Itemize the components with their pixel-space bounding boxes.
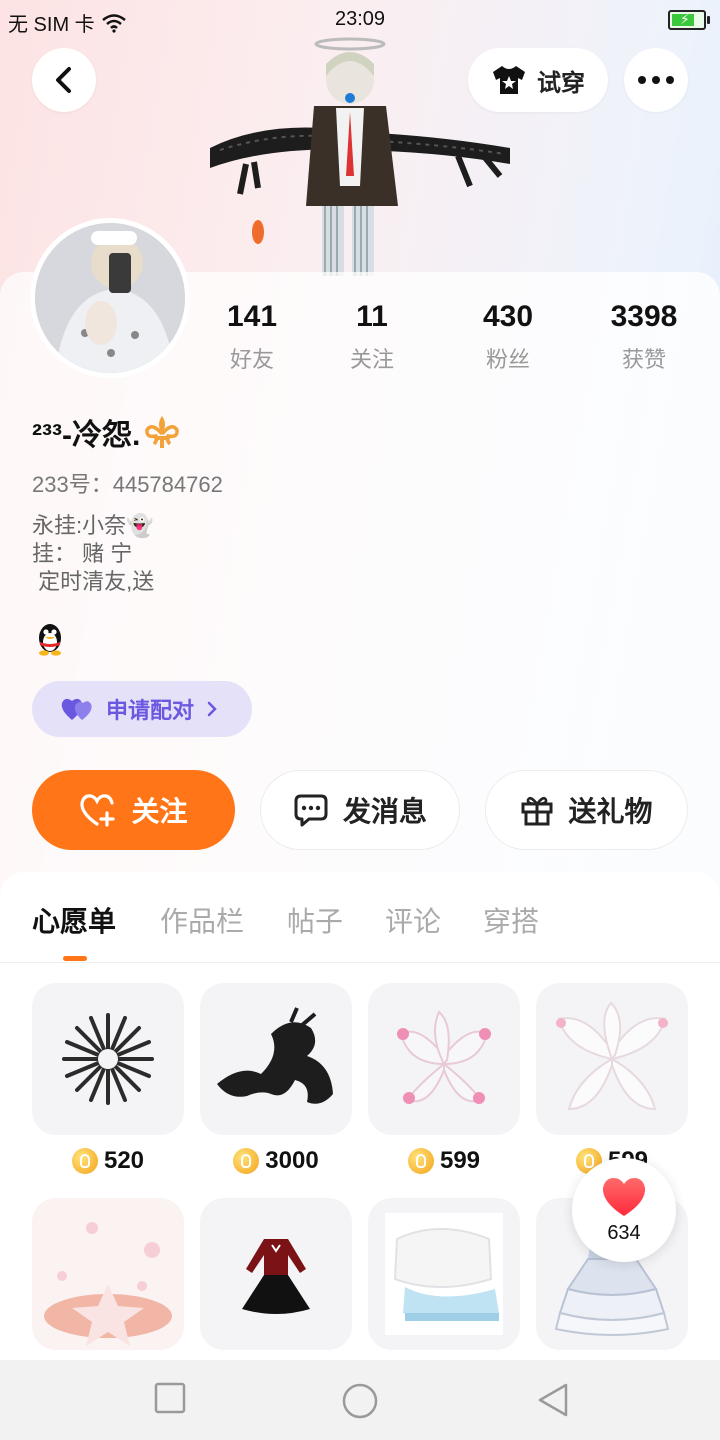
wishlist-item[interactable]: 3000 [200,983,352,1175]
stat-label: 好友 [229,347,274,372]
blades-halo-image [62,1013,154,1105]
coin-icon [407,1148,434,1174]
stat-friends[interactable]: 141 好友 [187,300,317,374]
status-bar: 无 SIM 卡 23:09 ⚡ [0,0,720,40]
stat-label: 获赞 [621,347,666,372]
wishlist-item[interactable]: 599 [368,983,520,1175]
sakura-effect-image [44,1222,172,1346]
wishlist-item[interactable]: 599 [536,983,688,1175]
double-heart-icon [61,698,92,720]
follow-button[interactable]: 关注 [32,770,235,850]
item-price: 3000 [200,1147,352,1175]
stat-likes[interactable]: 3398 获赞 [579,300,709,374]
user-id-label: 233号： [32,472,113,497]
try-on-button[interactable]: 试穿 [468,48,608,112]
wishlist-item[interactable] [368,1198,520,1350]
shirt-icon [493,66,525,94]
pink-fox-tails-image [397,1010,491,1104]
red-black-dress-image [242,1239,310,1314]
item-thumbnail [200,1198,352,1350]
like-float-button[interactable]: 634 [572,1158,676,1262]
chevron-left-icon [56,67,71,93]
fleur-de-lis-icon [145,416,180,448]
nickname-text: ²³³-冷怨. [32,419,141,452]
profile-page: 无 SIM 卡 23:09 ⚡ 试穿 141 好友 11 关注 430 粉丝 3… [0,0,720,1440]
white-fox-tails-image [556,1001,668,1111]
tab-comments[interactable]: 评论 [385,900,441,940]
tab-indicator [63,956,87,961]
more-options-button[interactable] [624,48,688,112]
stat-value: 141 [226,300,278,333]
tab-wishlist[interactable]: 心愿单 [32,900,116,940]
send-gift-label: 送礼物 [568,796,653,827]
more-dots-icon [638,76,674,84]
avatar-character-scene [210,37,510,276]
item-thumbnail [32,1198,184,1350]
tab-outfits[interactable]: 穿搭 [483,900,539,940]
user-id: 233号：445784762 [32,467,223,499]
battery-icon: ⚡ [668,10,710,30]
try-on-label: 试穿 [537,69,585,97]
back-triangle-icon[interactable] [536,1382,570,1418]
coin-icon [233,1148,260,1174]
item-thumbnail [368,983,520,1135]
home-icon[interactable] [341,1382,379,1420]
chevron-right-icon [207,701,217,717]
send-gift-button[interactable]: 送礼物 [485,770,688,850]
nickname: ²³³-冷怨. [32,410,180,454]
heart-plus-icon [80,794,116,827]
follow-label: 关注 [131,796,188,827]
wishlist-item[interactable] [200,1198,352,1350]
stat-following[interactable]: 11 关注 [307,300,437,374]
wishlist-item[interactable] [32,1198,184,1350]
tab-posts[interactable]: 帖子 [287,900,343,940]
apply-pair-label: 申请配对 [106,698,195,723]
tab-works[interactable]: 作品栏 [160,900,244,940]
item-price: 520 [32,1147,184,1175]
chat-bubble-icon [294,794,328,827]
heart-icon [602,1177,646,1216]
wishlist-item[interactable]: 520 [32,983,184,1175]
stat-label: 粉丝 [485,347,530,372]
qq-penguin-icon[interactable] [36,622,64,656]
item-thumbnail [536,983,688,1135]
item-thumbnail [32,983,184,1135]
item-price-value: 599 [439,1147,481,1174]
system-nav-bar [0,1360,720,1440]
item-thumbnail [368,1198,520,1350]
coin-icon [71,1148,98,1174]
stat-followers[interactable]: 430 粉丝 [443,300,573,374]
item-price-value: 3000 [265,1147,319,1174]
send-message-label: 发消息 [342,796,427,827]
white-fur-outfit-image [385,1213,503,1335]
back-button[interactable] [32,48,96,112]
bio-text: 永挂:小奈👻 挂： 赌 宁 定时清友,送 [32,513,155,594]
avatar-photo [35,223,185,373]
content-panel: 心愿单 作品栏 帖子 评论 穿搭 520 3000 599 [0,872,720,1362]
user-id-value: 445784762 [112,472,223,497]
profile-avatar[interactable] [30,218,190,378]
send-message-button[interactable]: 发消息 [260,770,460,850]
stat-label: 关注 [349,347,394,372]
tab-bar: 心愿单 作品栏 帖子 评论 穿搭 [0,872,720,963]
recent-apps-icon[interactable] [154,1382,186,1414]
apply-pair-button[interactable]: 申请配对 [32,681,252,737]
item-price-value: 520 [103,1147,145,1174]
stat-value: 11 [356,300,388,333]
black-dragon-image [217,1007,333,1104]
item-thumbnail [200,983,352,1135]
stat-value: 430 [482,300,534,333]
stat-value: 3398 [610,300,678,333]
gift-box-icon [521,796,553,826]
like-count: 634 [607,1221,641,1244]
clock: 23:09 [334,8,386,30]
item-price: 599 [368,1147,520,1175]
